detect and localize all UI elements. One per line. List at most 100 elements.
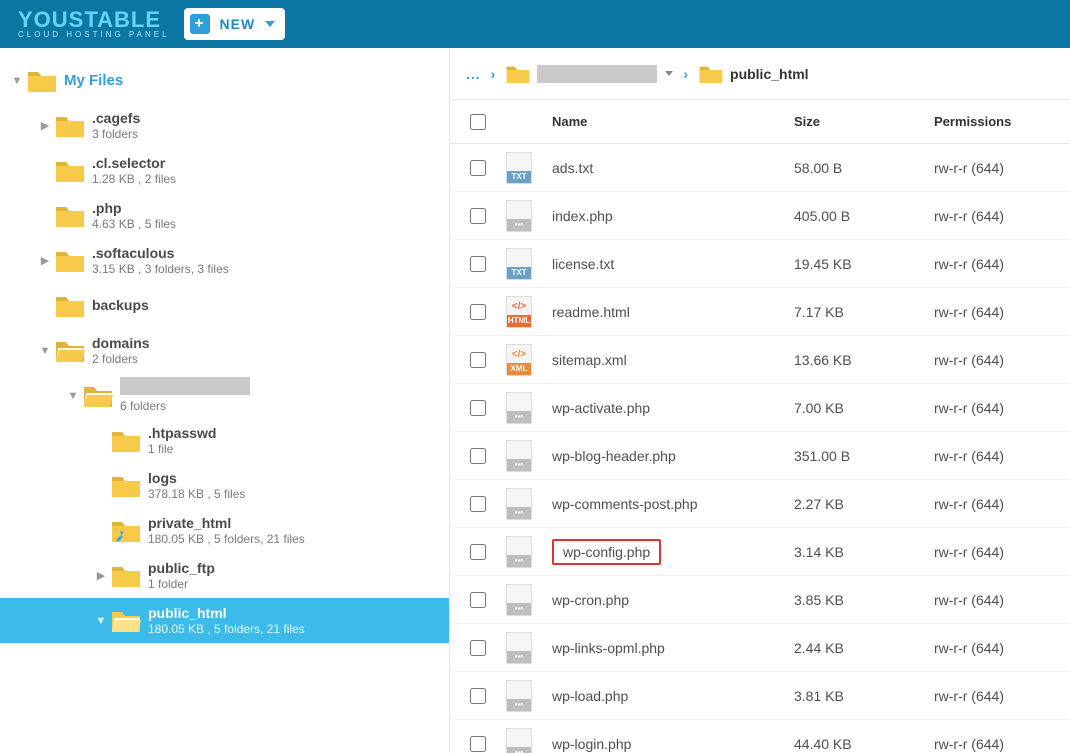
file-size: 2.44 KB (794, 640, 934, 656)
file-name: wp-comments-post.php (552, 496, 698, 512)
tree-root[interactable]: ▼ My Files (0, 58, 449, 103)
row-checkbox[interactable] (470, 256, 486, 272)
tree-item[interactable]: .cl.selector1.28 KB , 2 files (0, 148, 449, 193)
table-row[interactable]: sitemap.xml13.66 KBrw-r-r (644) (450, 336, 1070, 384)
file-size: 7.00 KB (794, 400, 934, 416)
logo: YOUSTABLE CLOUD HOSTING PANEL (18, 9, 170, 39)
folder-icon (82, 383, 114, 409)
tree-item-name: logs (148, 469, 245, 487)
column-header-size[interactable]: Size (794, 114, 934, 129)
breadcrumb: ... › › public_html (450, 48, 1070, 100)
file-size: 2.27 KB (794, 496, 934, 512)
table-row[interactable]: wp-activate.php7.00 KBrw-r-r (644) (450, 384, 1070, 432)
tree-item-name: .htpasswd (148, 424, 216, 442)
tree-item-name: domains (92, 334, 150, 352)
tree-item[interactable]: backups (0, 283, 449, 328)
table-row[interactable]: wp-links-opml.php2.44 KBrw-r-r (644) (450, 624, 1070, 672)
chevron-right-icon: › (683, 66, 688, 82)
tree-item[interactable]: ▼ domains2 folders (0, 328, 449, 373)
table-row[interactable]: wp-cron.php3.85 KBrw-r-r (644) (450, 576, 1070, 624)
file-name: readme.html (552, 304, 630, 320)
file-permissions: rw-r-r (644) (934, 592, 1054, 608)
logo-sub: CLOUD HOSTING PANEL (18, 31, 170, 39)
tree-item[interactable]: ▶ .cagefs3 folders (0, 103, 449, 148)
file-name: index.php (552, 208, 613, 224)
file-permissions: rw-r-r (644) (934, 400, 1054, 416)
table-row[interactable]: wp-login.php 44.40 KBrw-r-r (644) (450, 720, 1070, 753)
new-button[interactable]: + NEW (184, 8, 286, 40)
table-row[interactable]: readme.html 7.17 KBrw-r-r (644) (450, 288, 1070, 336)
chevron-down-icon[interactable]: ▼ (64, 390, 82, 402)
tree-item[interactable]: logs378.18 KB , 5 files (0, 463, 449, 508)
file-table: ads.txt58.00 Brw-r-r (644) index.php 405.0… (450, 144, 1070, 753)
breadcrumb-ellipsis[interactable]: ... (466, 66, 481, 82)
table-row[interactable]: index.php 405.00 Brw-r-r (644) (450, 192, 1070, 240)
tree-item[interactable]: private_html180.05 KB , 5 folders, 21 fi… (0, 508, 449, 553)
chevron-down-icon[interactable]: ▼ (36, 345, 54, 357)
redacted-label (120, 377, 250, 395)
table-row[interactable]: wp-load.php3.81 KBrw-r-r (644) (450, 672, 1070, 720)
file-size: 7.17 KB (794, 304, 934, 320)
file-icon (506, 344, 532, 376)
folder-icon (110, 428, 142, 454)
select-all-checkbox[interactable] (470, 114, 486, 130)
file-permissions: rw-r-r (644) (934, 352, 1054, 368)
file-icon (506, 440, 532, 472)
chevron-down-icon[interactable] (665, 71, 673, 76)
chevron-down-icon[interactable]: ▼ (8, 75, 26, 87)
row-checkbox[interactable] (470, 496, 486, 512)
row-checkbox[interactable] (470, 688, 486, 704)
sidebar: ▼ My Files ▶ .cagefs3 folders .cl.select… (0, 48, 450, 753)
file-size: 44.40 KB (794, 736, 934, 752)
chevron-right-icon[interactable]: ▶ (92, 569, 110, 582)
chevron-down-icon[interactable]: ▼ (92, 615, 110, 627)
tree-item[interactable]: .htpasswd1 file (0, 418, 449, 463)
header-bar: YOUSTABLE CLOUD HOSTING PANEL + NEW (0, 0, 1070, 48)
file-icon (506, 536, 532, 568)
table-row[interactable]: wp-blog-header.php351.00 Brw-r-r (644) (450, 432, 1070, 480)
table-row[interactable]: license.txt19.45 KBrw-r-r (644) (450, 240, 1070, 288)
row-checkbox[interactable] (470, 304, 486, 320)
row-checkbox[interactable] (470, 208, 486, 224)
tree-item[interactable]: ▼ public_html180.05 KB , 5 folders, 21 f… (0, 598, 449, 643)
file-permissions: rw-r-r (644) (934, 208, 1054, 224)
table-row[interactable]: wp-config.php3.14 KBrw-r-r (644) (450, 528, 1070, 576)
row-checkbox[interactable] (470, 592, 486, 608)
folder-icon (54, 158, 86, 184)
folder-icon (54, 248, 86, 274)
row-checkbox[interactable] (470, 160, 486, 176)
folder-icon (110, 563, 142, 589)
new-button-label: NEW (220, 16, 256, 32)
column-header-name[interactable]: Name (552, 114, 794, 129)
chevron-down-icon (265, 21, 275, 27)
chevron-right-icon[interactable]: ▶ (36, 254, 54, 267)
folder-icon (54, 113, 86, 139)
tree-item-name: .php (92, 199, 176, 217)
row-checkbox[interactable] (470, 352, 486, 368)
row-checkbox[interactable] (470, 640, 486, 656)
folder-icon (54, 338, 86, 364)
row-checkbox[interactable] (470, 544, 486, 560)
tree-item-meta: 3 folders (92, 127, 140, 143)
table-row[interactable]: wp-comments-post.php2.27 KBrw-r-r (644) (450, 480, 1070, 528)
file-size: 351.00 B (794, 448, 934, 464)
column-header-permissions[interactable]: Permissions (934, 114, 1054, 129)
tree-item[interactable]: ▼ 6 folders (0, 373, 449, 418)
row-checkbox[interactable] (470, 736, 486, 752)
tree-item[interactable]: .php4.63 KB , 5 files (0, 193, 449, 238)
file-permissions: rw-r-r (644) (934, 304, 1054, 320)
tree-item[interactable]: ▶ public_ftp1 folder (0, 553, 449, 598)
main-panel: ... › › public_html Name Size Permission… (450, 48, 1070, 753)
breadcrumb-domain[interactable] (505, 63, 673, 85)
table-row[interactable]: ads.txt58.00 Brw-r-r (644) (450, 144, 1070, 192)
folder-icon (110, 518, 142, 544)
file-name: wp-login.php (552, 736, 631, 752)
file-size: 405.00 B (794, 208, 934, 224)
file-name: license.txt (552, 256, 614, 272)
chevron-right-icon[interactable]: ▶ (36, 119, 54, 132)
row-checkbox[interactable] (470, 400, 486, 416)
tree-item[interactable]: ▶ .softaculous3.15 KB , 3 folders, 3 fil… (0, 238, 449, 283)
breadcrumb-current[interactable]: public_html (698, 63, 809, 85)
file-permissions: rw-r-r (644) (934, 736, 1054, 752)
row-checkbox[interactable] (470, 448, 486, 464)
